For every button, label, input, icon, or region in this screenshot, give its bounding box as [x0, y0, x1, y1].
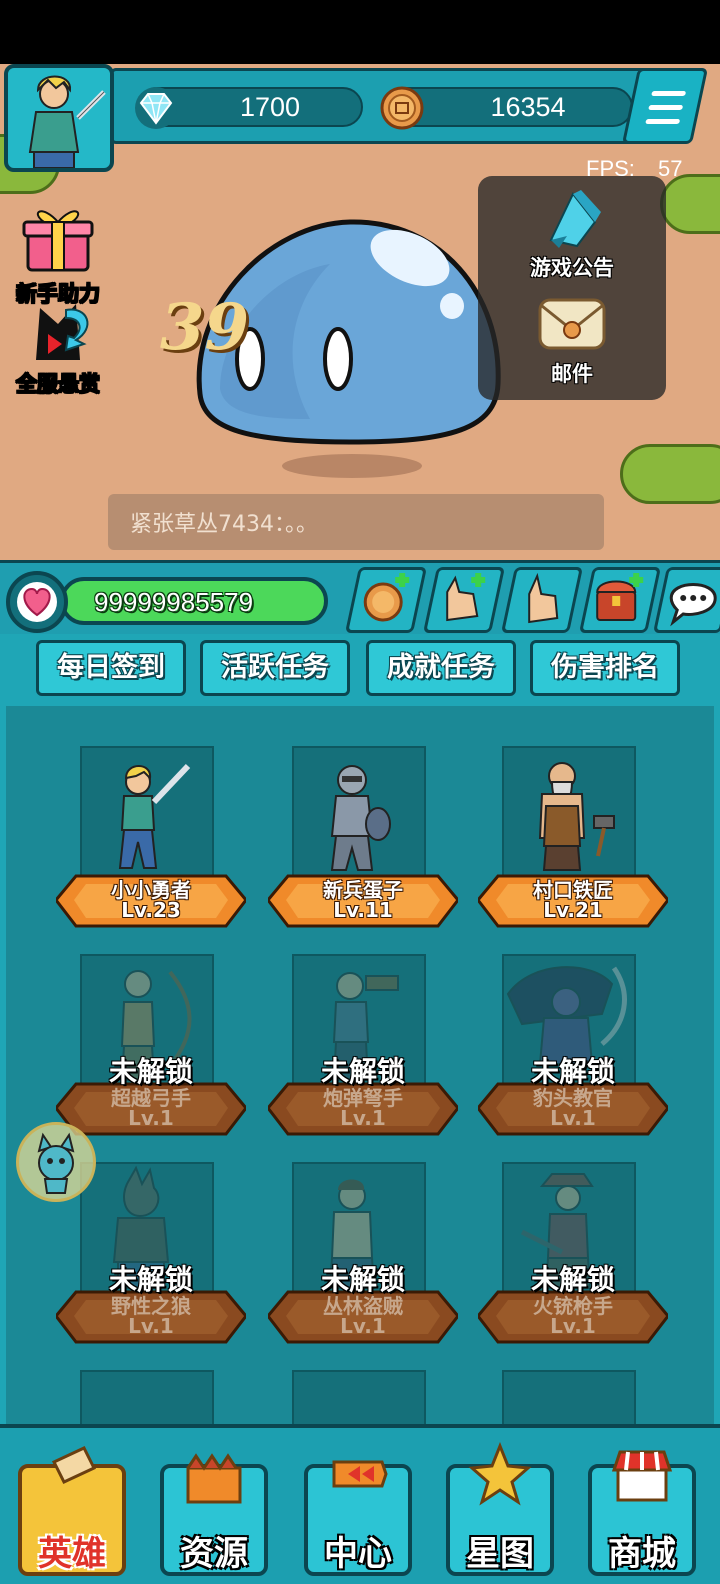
tap-icon	[528, 572, 559, 624]
tap-button[interactable]	[500, 567, 584, 633]
nav-shop[interactable]: 商城	[588, 1450, 696, 1576]
newbie-support-button[interactable]: 新手助力	[6, 202, 110, 308]
hero-card-locked[interactable]	[56, 1370, 246, 1424]
hero-card-locked[interactable]: 未解锁 火铳枪手 Lv.1	[478, 1162, 668, 1352]
hero-card-locked[interactable]: 未解锁 豹头教官 Lv.1	[478, 954, 668, 1144]
announcement-label: 游戏公告	[530, 256, 614, 280]
fps-value: 57	[658, 156, 683, 181]
bottom-nav: 英雄 资源 中心 星图 商城	[0, 1424, 720, 1584]
coins-counter[interactable]: 16354	[380, 86, 633, 130]
hp-bar: 99999985579	[60, 577, 328, 625]
hero-card[interactable]: 村口铁匠 Lv.21	[478, 746, 668, 936]
hero-card[interactable]: 小小勇者 Lv.23	[56, 746, 246, 936]
slime-shadow	[282, 454, 422, 478]
bounty-icon	[36, 304, 89, 360]
hero-level: Lv.1	[340, 1314, 386, 1338]
diamond-icon	[135, 87, 177, 129]
hero-card[interactable]: 新兵蛋子 Lv.11	[268, 746, 458, 936]
player-hp-row: 99999985579	[0, 560, 720, 634]
hero-portrait-icon	[28, 75, 106, 168]
hp-heart-badge	[6, 571, 68, 633]
hero-list[interactable]: 小小勇者 Lv.23 新兵蛋子 Lv.11 村口铁匠 Lv.21 未解锁 超越弓…	[0, 706, 720, 1424]
heart-icon	[17, 582, 57, 622]
server-bounty-label: 全服悬赏	[16, 372, 101, 397]
hero-card-locked[interactable]	[478, 1370, 668, 1424]
grass-decoration	[660, 174, 720, 234]
add-coins-icon	[363, 573, 410, 622]
nav-resources[interactable]: 资源	[160, 1453, 268, 1576]
hero-level: Lv.23	[121, 898, 181, 922]
gift-icon	[22, 210, 94, 272]
chat-message: 紧张草丛7434：。。	[130, 512, 318, 537]
coins-value: 16354	[490, 92, 566, 122]
floating-pet-button[interactable]	[16, 1122, 96, 1202]
hero-level: Lv.11	[333, 898, 393, 922]
cat-pet-icon	[37, 1132, 75, 1194]
add-tap-power-button[interactable]	[422, 567, 506, 633]
buildings-icon	[186, 1453, 242, 1504]
add-tap-power-icon	[446, 573, 486, 622]
nav-heroes[interactable]: 英雄	[18, 1446, 126, 1576]
hero-frame	[80, 1370, 214, 1424]
announcement-button[interactable]: 游戏公告	[478, 190, 666, 282]
add-chest-button[interactable]	[578, 567, 662, 633]
tab-damage-ranking[interactable]: 伤害排名	[530, 640, 680, 696]
chat-button[interactable]	[652, 567, 720, 633]
nav-star-map-label: 星图	[466, 1534, 534, 1574]
tab-daily-checkin[interactable]: 每日签到	[36, 640, 186, 696]
task-tabs: 每日签到 活跃任务 成就任务 伤害排名	[0, 634, 720, 706]
hero-blacksmith-icon	[538, 762, 615, 871]
scroll-icon	[51, 1446, 97, 1484]
nav-shop-label: 商城	[608, 1534, 676, 1574]
notice-panel: 游戏公告 邮件	[478, 176, 666, 400]
player-avatar[interactable]	[4, 64, 114, 172]
star-icon	[468, 1442, 532, 1506]
grass-decoration	[620, 444, 720, 504]
nav-heroes-label: 英雄	[38, 1534, 106, 1574]
status-bar	[0, 0, 720, 64]
nav-center-label: 中心	[324, 1534, 392, 1574]
hero-level: Lv.1	[550, 1106, 596, 1130]
chat-ticker[interactable]: 紧张草丛7434：。。	[108, 494, 604, 550]
hp-value: 99999985579	[94, 587, 254, 617]
hero-frame	[502, 1370, 636, 1424]
hero-recruit-icon	[330, 765, 391, 871]
hero-level: Lv.1	[550, 1314, 596, 1338]
currency-bar: 1700 16354	[110, 68, 690, 144]
nav-star-map[interactable]: 星图	[446, 1442, 554, 1576]
add-coins-button[interactable]	[344, 567, 428, 633]
tab-achievement-tasks[interactable]: 成就任务	[366, 640, 516, 696]
add-chest-icon	[596, 573, 644, 621]
hero-card-locked[interactable]: 未解锁 超越弓手 Lv.1	[56, 954, 246, 1144]
signpost-icon	[332, 1460, 388, 1488]
coin-icon	[380, 86, 424, 130]
hero-card-locked[interactable]	[268, 1370, 458, 1424]
gems-counter[interactable]: 1700	[135, 87, 363, 129]
hero-brave-kid-icon	[118, 763, 191, 869]
hero-card-locked[interactable]: 未解锁 炮弹弩手 Lv.1	[268, 954, 458, 1144]
chat-bubble-icon	[669, 583, 717, 627]
server-bounty-button[interactable]: 全服悬赏	[6, 300, 110, 398]
nav-resources-label: 资源	[180, 1534, 248, 1574]
damage-number: 39	[160, 290, 250, 365]
hero-level: Lv.1	[340, 1106, 386, 1130]
announcement-icon	[549, 190, 601, 248]
hero-frame	[292, 1370, 426, 1424]
nav-center[interactable]: 中心	[304, 1460, 412, 1576]
mail-button[interactable]: 邮件	[478, 294, 666, 388]
tab-active-tasks[interactable]: 活跃任务	[200, 640, 350, 696]
hero-level: Lv.21	[543, 898, 603, 922]
mail-icon	[538, 298, 606, 350]
mail-label: 邮件	[551, 362, 593, 386]
shop-icon	[611, 1450, 673, 1502]
gems-value: 1700	[239, 92, 301, 122]
hero-card-locked[interactable]: 未解锁 丛林盗贼 Lv.1	[268, 1162, 458, 1352]
hero-level: Lv.1	[128, 1314, 174, 1338]
